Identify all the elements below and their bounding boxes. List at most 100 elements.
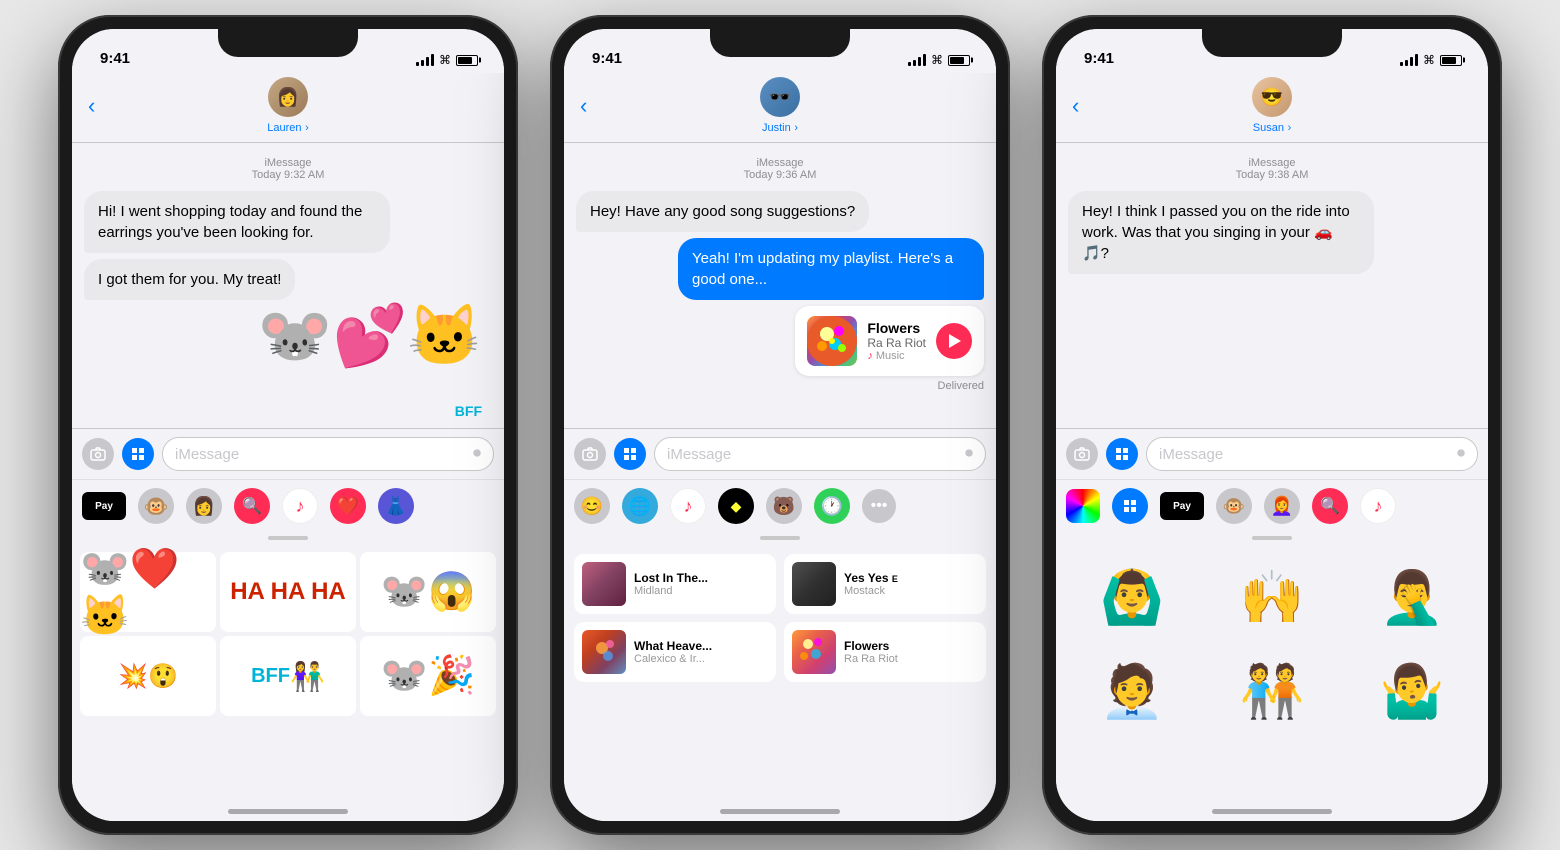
tray-applepay-1[interactable]: Pay xyxy=(82,492,126,520)
contact-info-1[interactable]: 👩 Lauren › xyxy=(267,77,309,134)
back-button-1[interactable]: ‹ xyxy=(88,93,95,119)
sticker-1[interactable]: 🐭❤️🐱 xyxy=(80,552,216,632)
home-indicator-3 xyxy=(1056,801,1488,821)
tray3-applepay[interactable]: Pay xyxy=(1160,492,1204,520)
camera-button-3[interactable] xyxy=(1066,438,1098,470)
contact-info-2[interactable]: 🕶️ Justin › xyxy=(760,77,800,134)
tray-monkey[interactable]: 🐵 xyxy=(138,488,174,524)
tray2-bear[interactable]: 🐻 xyxy=(766,488,802,524)
tray-shirt[interactable]: 👗 xyxy=(378,488,414,524)
back-button-3[interactable]: ‹ xyxy=(1072,93,1079,119)
input-placeholder-2: iMessage xyxy=(667,446,731,463)
nav-bar-1: ‹ 👩 Lauren › xyxy=(72,73,504,143)
input-placeholder-3: iMessage xyxy=(1159,446,1223,463)
message-received-2: Hey! Have any good song suggestions? xyxy=(576,191,869,232)
apps-button-2[interactable] xyxy=(614,438,646,470)
sticker-2[interactable]: HA HA HA xyxy=(220,552,356,632)
contact-name-2: Justin › xyxy=(762,119,798,134)
tray3-photos[interactable] xyxy=(1066,489,1100,523)
audio-icon-1: ⏺ xyxy=(473,445,481,463)
notch-1 xyxy=(218,29,358,57)
message-sent-2: Yeah! I'm updating my playlist. Here's a… xyxy=(678,238,984,300)
messages-area-3: iMessage Today 9:38 AM Hey! I think I pa… xyxy=(1056,143,1488,428)
tray2-clock[interactable]: 🕐 xyxy=(814,488,850,524)
apps-button-1[interactable] xyxy=(122,438,154,470)
memoji-4[interactable]: 🧑‍💼 xyxy=(1064,646,1200,736)
wifi-icon-3: ⌘ xyxy=(1423,53,1435,67)
tray3-search[interactable]: 🔍 xyxy=(1312,488,1348,524)
avatar-susan: 😎 xyxy=(1252,77,1292,117)
tray3-apps[interactable] xyxy=(1112,488,1148,524)
app-tray-2: 😊 🌐 ♪ ◆ 🐻 🕐 ••• xyxy=(564,479,996,532)
nav-bar-2: ‹ 🕶️ Justin › xyxy=(564,73,996,143)
tray-heart[interactable]: ❤️ xyxy=(330,488,366,524)
tray3-music3[interactable]: ♪ xyxy=(1360,488,1396,524)
contact-info-3[interactable]: 😎 Susan › xyxy=(1252,77,1292,134)
battery-2 xyxy=(948,55,970,66)
app-tray-3: Pay 🐵 👩‍🦰 🔍 ♪ xyxy=(1056,479,1488,532)
tray-music[interactable]: ♪ xyxy=(282,488,318,524)
phone-2: 9:41 ⌘ ‹ xyxy=(550,15,1010,835)
memoji-2[interactable]: 🙌 xyxy=(1204,552,1340,642)
memoji-5[interactable]: 🧑‍🤝‍🧑 xyxy=(1204,646,1340,736)
music-grid-2: Lost In The... Midland Yes Yes E Mostack xyxy=(564,544,996,692)
time-2: 9:41 xyxy=(584,50,622,67)
music-grid-item-3[interactable]: What Heave... Calexico & Ir... xyxy=(574,622,776,682)
memoji-grid-3: 🙆‍♂️ 🙌 🤦‍♂️ 🧑‍💼 🧑‍🤝‍🧑 🤷‍♂️ xyxy=(1056,544,1488,744)
tray-memoji[interactable]: 👩 xyxy=(186,488,222,524)
memoji-1[interactable]: 🙆‍♂️ xyxy=(1064,552,1200,642)
music-grid-item-4[interactable]: Flowers Ra Ra Riot xyxy=(784,622,986,682)
messages-area-1: iMessage Today 9:32 AM Hi! I went shoppi… xyxy=(72,143,504,428)
back-button-2[interactable]: ‹ xyxy=(580,93,587,119)
tray2-sticker[interactable]: 😊 xyxy=(574,488,610,524)
time-3: 9:41 xyxy=(1076,50,1114,67)
sticker-4[interactable]: 💥😲 xyxy=(80,636,216,716)
phone-1: 9:41 ⌘ ‹ xyxy=(58,15,518,835)
music-source-2: ♪ Music xyxy=(867,350,926,362)
camera-button-1[interactable] xyxy=(82,438,114,470)
imessage-input-2[interactable]: iMessage ⏺ xyxy=(654,437,986,471)
signal-3 xyxy=(1400,54,1418,66)
battery-1 xyxy=(456,55,478,66)
tray3-memoji2[interactable]: 👩‍🦰 xyxy=(1264,488,1300,524)
music-grid-item-2[interactable]: Yes Yes E Mostack xyxy=(784,554,986,614)
tray-search[interactable]: 🔍 xyxy=(234,488,270,524)
tray3-monkey[interactable]: 🐵 xyxy=(1216,488,1252,524)
imessage-input-3[interactable]: iMessage ⏺ xyxy=(1146,437,1478,471)
apps-button-3[interactable] xyxy=(1106,438,1138,470)
audio-icon-3: ⏺ xyxy=(1457,445,1465,463)
music-info-2: Flowers Ra Ra Riot ♪ Music xyxy=(867,320,926,362)
delivered-2: Delivered xyxy=(576,380,984,392)
phone-2-screen: 9:41 ⌘ ‹ xyxy=(564,29,996,821)
input-bar-3: iMessage ⏺ xyxy=(1056,428,1488,479)
phone-3: 9:41 ⌘ ‹ xyxy=(1042,15,1502,835)
notch-3 xyxy=(1202,29,1342,57)
sticker-3[interactable]: 🐭😱 xyxy=(360,552,496,632)
tray2-globe[interactable]: 🌐 xyxy=(622,488,658,524)
music-title-2: Flowers xyxy=(867,320,926,336)
wifi-icon-2: ⌘ xyxy=(931,53,943,67)
battery-3 xyxy=(1440,55,1462,66)
sticker-5[interactable]: BFF👫 xyxy=(220,636,356,716)
memoji-6[interactable]: 🤷‍♂️ xyxy=(1344,646,1480,736)
notch-2 xyxy=(710,29,850,57)
tray2-music2[interactable]: ♪ xyxy=(670,488,706,524)
time-1: 9:41 xyxy=(92,50,130,67)
music-grid-item-1[interactable]: Lost In The... Midland xyxy=(574,554,776,614)
message-bubble-2: I got them for you. My treat! xyxy=(84,259,295,300)
memoji-3[interactable]: 🤦‍♂️ xyxy=(1344,552,1480,642)
sticker-6[interactable]: 🐭🎉 xyxy=(360,636,496,716)
message-received-3: Hey! I think I passed you on the ride in… xyxy=(1068,191,1374,274)
music-thumb-2 xyxy=(807,316,857,366)
music-card-2[interactable]: Flowers Ra Ra Riot ♪ Music xyxy=(795,306,984,376)
imessage-input-1[interactable]: iMessage ⏺ xyxy=(162,437,494,471)
play-button-2[interactable] xyxy=(936,323,972,359)
timestamp-2: iMessage Today 9:36 AM xyxy=(576,157,984,181)
tray2-dark[interactable]: ◆ xyxy=(718,488,754,524)
avatar-lauren: 👩 xyxy=(268,77,308,117)
timestamp-3: iMessage Today 9:38 AM xyxy=(1068,157,1476,181)
music-artist-2: Ra Ra Riot xyxy=(867,336,926,350)
camera-button-2[interactable] xyxy=(574,438,606,470)
signal-2 xyxy=(908,54,926,66)
tray2-more[interactable]: ••• xyxy=(862,489,896,523)
